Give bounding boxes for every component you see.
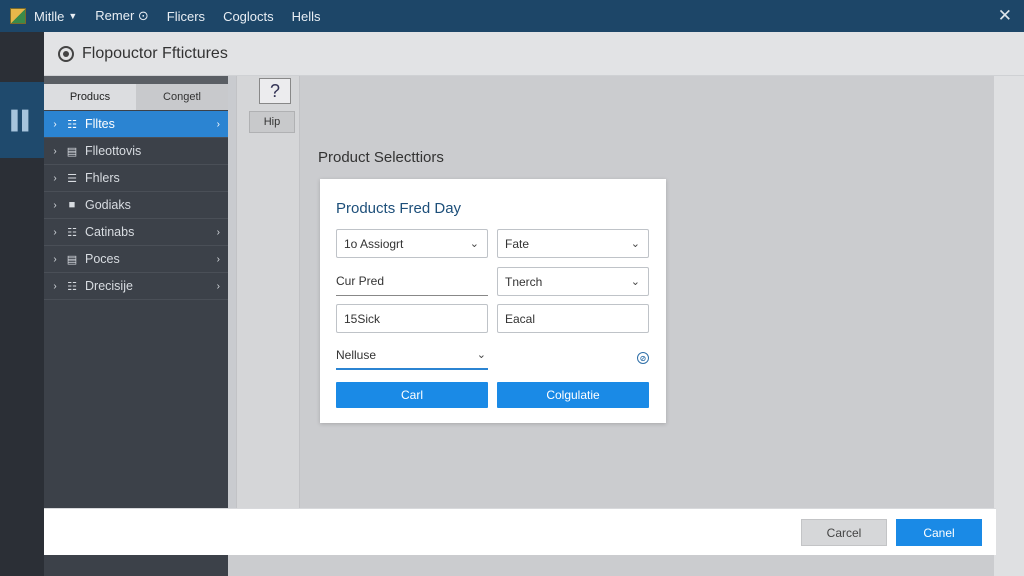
sidebar-item-catinabs[interactable]: › ☷ Catinabs › <box>44 219 228 246</box>
menu-label: Remer ⊙ <box>95 8 149 23</box>
sidebar-item-label: Poces <box>85 252 120 266</box>
target-icon <box>58 45 74 62</box>
carl-button[interactable]: Carl <box>336 382 488 408</box>
activity-rail: ▌▌ <box>0 32 44 576</box>
stock-field[interactable]: 15Sick <box>336 304 488 333</box>
calculate-button[interactable]: Colgulatie <box>497 382 649 408</box>
cancel-button[interactable]: Carcel <box>801 519 887 546</box>
menu-label: Mitlle <box>34 8 65 24</box>
sidebar-item-godiaks[interactable]: › ■ Godiaks <box>44 192 228 219</box>
tab-congetl[interactable]: Congetl <box>136 84 228 110</box>
grid-icon: ☷ <box>67 118 77 131</box>
product-dialog: Products Fred Day 1o Assiogrt ⌄ Fate ⌄ C… <box>320 179 666 423</box>
sidebar-list: › ☷ Flltes › › ▤ Flleottovis › ☰ Fhlers … <box>44 111 228 300</box>
info-icon[interactable]: ⊘ <box>637 352 649 364</box>
field-value: Eacal <box>505 311 536 326</box>
chevron-right-icon: › <box>53 226 57 238</box>
menu-label: Flicers <box>166 8 206 24</box>
status-strip <box>228 555 994 576</box>
chevron-right-icon: › <box>53 118 57 130</box>
sidebar-item-label: Flltes <box>85 117 115 131</box>
menu-hells[interactable]: Hells <box>292 0 321 32</box>
chevron-right-icon: › <box>216 118 220 130</box>
sidebar-item-flleottovis[interactable]: › ▤ Flleottovis <box>44 138 228 165</box>
menu-label: Hells <box>291 8 321 24</box>
help-button[interactable]: ? <box>259 78 291 104</box>
chevron-right-icon: › <box>216 253 220 265</box>
menu-flicers[interactable]: Flicers <box>167 0 205 32</box>
cur-pred-field[interactable]: Cur Pred <box>336 267 488 296</box>
grid-icon: ☷ <box>67 226 77 239</box>
document-icon: ☰ <box>67 172 77 185</box>
page-title: Product Selecttiors <box>318 149 444 166</box>
columns-icon: ▌▌ <box>11 109 34 130</box>
field-value: 15Sick <box>344 311 381 326</box>
chevron-down-icon: ⌄ <box>630 238 640 250</box>
sidebar-item-label: Drecisije <box>85 279 133 293</box>
select-value: 1o Assiogrt <box>344 236 404 251</box>
grid-icon: ☷ <box>67 280 77 293</box>
sidebar-tabs: Producs Congetl <box>44 76 228 110</box>
sidebar: Producs Congetl › ☷ Flltes › › ▤ Flleott… <box>44 76 228 576</box>
rail-item-panels[interactable]: ▌▌ <box>0 82 44 158</box>
menu-bar: Mitlle ▼ Remer ⊙ Flicers Coglocts Hells … <box>0 0 1024 32</box>
sidebar-item-poces[interactable]: › ▤ Poces › <box>44 246 228 273</box>
chevron-down-icon: ⌄ <box>469 238 479 250</box>
field-value: Cur Pred <box>336 274 385 288</box>
confirm-button[interactable]: Canel <box>896 519 982 546</box>
eacal-field[interactable]: Eacal <box>497 304 649 333</box>
chevron-down-icon: ⌄ <box>630 276 640 288</box>
window-title: Flopouctor Fftictures <box>82 44 228 62</box>
menu-remer[interactable]: Remer ⊙ <box>95 0 149 32</box>
menu-label: Coglocts <box>223 8 274 24</box>
sidebar-item-fhlers[interactable]: › ☰ Fhlers <box>44 165 228 192</box>
select-value: Nelluse <box>336 347 377 362</box>
sidebar-item-label: Catinabs <box>85 225 135 239</box>
dialog-title: Products Fred Day <box>336 200 462 217</box>
chevron-right-icon: › <box>53 199 57 211</box>
chevron-right-icon: › <box>53 172 57 184</box>
select-value: Tnerch <box>505 274 543 289</box>
hip-button[interactable]: Hip <box>249 111 295 133</box>
date-select[interactable]: Fate ⌄ <box>497 229 649 258</box>
tool-column: ? Hip <box>236 76 300 508</box>
chevron-right-icon: › <box>216 280 220 292</box>
nelluse-select[interactable]: Nelluse ⌄ <box>336 341 488 370</box>
assignment-select[interactable]: 1o Assiogrt ⌄ <box>336 229 488 258</box>
sidebar-item-label: Fhlers <box>85 171 120 185</box>
select-value: Fate <box>505 236 530 251</box>
sidebar-item-label: Flleottovis <box>85 144 142 158</box>
chevron-down-icon: ⌄ <box>476 349 486 361</box>
dialog-footer: Carcel Canel <box>44 508 996 555</box>
chevron-right-icon: › <box>53 145 57 157</box>
menu-coglocts[interactable]: Coglocts <box>223 0 274 32</box>
tab-producs[interactable]: Producs <box>44 84 136 110</box>
chevron-right-icon: › <box>53 253 57 265</box>
chevron-down-icon: ▼ <box>68 11 78 21</box>
close-icon[interactable]: ✕ <box>998 6 1012 26</box>
window-titlebar: Flopouctor Fftictures <box>44 32 1024 76</box>
chevron-right-icon: › <box>53 280 57 292</box>
tnerch-select[interactable]: Tnerch ⌄ <box>497 267 649 296</box>
right-panel-edge <box>994 76 1024 576</box>
chevron-right-icon: › <box>216 226 220 238</box>
box-icon: ■ <box>68 199 76 211</box>
sidebar-item-label: Godiaks <box>85 198 131 212</box>
sidebar-item-drecisije[interactable]: › ☷ Drecisije › <box>44 273 228 300</box>
list-icon: ▤ <box>66 145 78 158</box>
list-icon: ▤ <box>66 253 78 266</box>
sidebar-item-fltes[interactable]: › ☷ Flltes › <box>44 111 228 138</box>
menu-mitlle[interactable]: Mitlle ▼ <box>34 0 77 32</box>
app-logo-icon <box>10 8 26 24</box>
